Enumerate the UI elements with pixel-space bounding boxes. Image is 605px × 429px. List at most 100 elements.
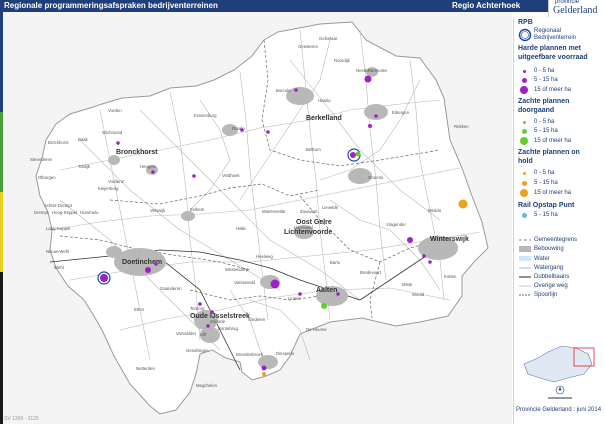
marker-zachte-medium[interactable] <box>355 151 361 157</box>
place-label: Zelhem <box>190 207 205 212</box>
place-label: Bontebrug <box>218 326 238 331</box>
place-label: Hummelo <box>80 210 99 215</box>
marker-harde-small[interactable] <box>192 174 196 178</box>
onhold-small-icon <box>523 172 526 175</box>
municipality-label: Oude IJsselstreek <box>190 313 250 320</box>
header-bar: Regionale programmeringsafspraken bedrij… <box>0 0 605 12</box>
marker-harde-small[interactable] <box>298 292 302 296</box>
place-label: Kotten <box>444 274 457 279</box>
zachte-medium-icon <box>522 129 527 134</box>
place-label: Toldijk <box>78 164 91 169</box>
place-label: Heelweg <box>256 254 273 259</box>
rpb-symbol-icon <box>518 28 532 42</box>
legend-base-item: Gemeentegrens <box>534 237 578 243</box>
place-label: Terborg <box>190 306 205 311</box>
marker-harde-small[interactable] <box>240 128 244 132</box>
map-reference: SV 1309 - 3125 <box>4 416 39 422</box>
place-label: Steenderen <box>30 157 53 162</box>
place-label: Westendorp <box>225 267 249 272</box>
place-label: Hoog-Keppel <box>52 210 77 215</box>
onhold-medium-icon <box>522 181 527 186</box>
place-label: Netterden <box>136 366 155 371</box>
map-svg: Geesteren Noordijk Gelselaar Neede Rietm… <box>3 12 512 424</box>
legend-base-item: Overige weg <box>534 283 568 289</box>
place-label: Bredevoort <box>360 270 382 275</box>
legend-base-item: Spoorlijn <box>534 292 558 298</box>
place-label: Brockhorst <box>48 140 69 145</box>
marker-harde-small[interactable] <box>336 292 340 296</box>
legend-base-item: Dubbelbaans <box>534 274 570 280</box>
place-label: Vorden <box>108 108 122 113</box>
marker-harde-small[interactable] <box>206 324 210 328</box>
province-logo: provincie Gelderland <box>548 0 605 17</box>
municipality-label: Lichtenvoorde <box>284 229 332 236</box>
legend-onhold-item: 0 - 5 ha <box>534 170 555 176</box>
marker-harde-small[interactable] <box>154 262 158 266</box>
legend-onhold-item: 5 - 15 ha <box>534 180 558 186</box>
place-label: Breedenbroek <box>236 352 264 357</box>
place-label: Lintelo <box>288 296 301 301</box>
legend-zachte-item: 0 - 5 ha <box>534 119 555 125</box>
place-label: De Heurne <box>306 327 327 332</box>
marker-harde-small[interactable] <box>374 114 378 118</box>
place-label: Gendringen <box>186 348 209 353</box>
municipality-label: Aalten <box>316 287 337 294</box>
place-label: Halle <box>236 226 246 231</box>
place-label: Gelselaar <box>319 36 338 41</box>
municipality-label: Winterswijk <box>430 236 469 243</box>
map-title: Regionale programmeringsafspraken bedrij… <box>4 1 218 10</box>
marker-harde-small[interactable] <box>428 260 432 264</box>
marker-harde-large[interactable] <box>100 274 108 282</box>
legend-rpb-title: RPB <box>518 19 533 26</box>
place-label: Rekken <box>454 124 469 129</box>
harde-large-icon <box>520 86 528 94</box>
marker-harde-medium[interactable] <box>364 75 372 83</box>
municipality-label: Oost Gelre <box>296 219 332 226</box>
place-label: Laag-Keppel <box>46 226 70 231</box>
marker-harde-medium[interactable] <box>145 267 151 273</box>
rail-medium-icon <box>522 213 527 218</box>
marker-harde-small[interactable] <box>116 141 120 145</box>
map-area[interactable]: Geesteren Noordijk Gelselaar Neede Rietm… <box>3 12 512 424</box>
place-label: Groenlo <box>368 175 384 180</box>
marker-harde-small[interactable] <box>422 254 426 258</box>
marker-onhold-small[interactable] <box>262 372 266 376</box>
harde-small-icon <box>523 70 526 73</box>
place-label: Nieuw-Wehl <box>46 249 69 254</box>
municipality-label: Berkelland <box>306 115 342 122</box>
marker-zachte-medium[interactable] <box>321 303 327 309</box>
place-label: Geesteren <box>298 44 319 49</box>
place-label: Olburgen <box>38 175 56 180</box>
municipality-label: Bronckhorst <box>116 149 158 156</box>
marker-harde-medium[interactable] <box>350 152 356 158</box>
legend-harde-title: Harde plannen met uitgeefbare voorraad <box>518 45 588 61</box>
marker-harde-small[interactable] <box>151 170 155 174</box>
legend-base-item: Bebouwing <box>534 246 564 252</box>
legend-zachte-item: 15 of meer ha <box>534 138 572 144</box>
legend-onhold-title: Zachte plannen on hold <box>518 149 580 165</box>
marker-harde-small[interactable] <box>368 124 372 128</box>
place-label: Miste <box>402 282 413 287</box>
marker-harde-large[interactable] <box>270 279 280 289</box>
marker-harde-small[interactable] <box>210 310 214 314</box>
place-label: Drempt <box>34 210 49 215</box>
place-label: Gaanderen <box>160 286 182 291</box>
legend-harde-item: 0 - 5 ha <box>534 68 555 74</box>
marker-harde-small[interactable] <box>266 130 270 134</box>
marker-onhold-large[interactable] <box>458 199 468 209</box>
place-label: Kranenburg <box>194 113 217 118</box>
legend-harde-item: 15 of meer ha <box>534 87 572 93</box>
footer-credit: Provincie Gelderland : juni 2014 <box>516 407 602 413</box>
legend-rpb-item: Regionaal Bedrijventerrein <box>534 28 577 41</box>
place-label: Baak <box>78 137 89 142</box>
place-label: Wichmond <box>102 130 123 135</box>
marker-harde-small[interactable] <box>261 365 267 371</box>
place-label: Zieuwent <box>300 209 318 214</box>
marker-harde-small[interactable] <box>294 88 298 92</box>
place-label: Hengelo <box>140 164 157 169</box>
marker-harde-medium[interactable] <box>407 237 413 243</box>
legend-harde-item: 5 - 15 ha <box>534 77 558 83</box>
logo-big: Gelderland <box>553 5 598 16</box>
legend-base-item: Water <box>534 256 550 262</box>
marker-harde-small[interactable] <box>198 302 202 306</box>
